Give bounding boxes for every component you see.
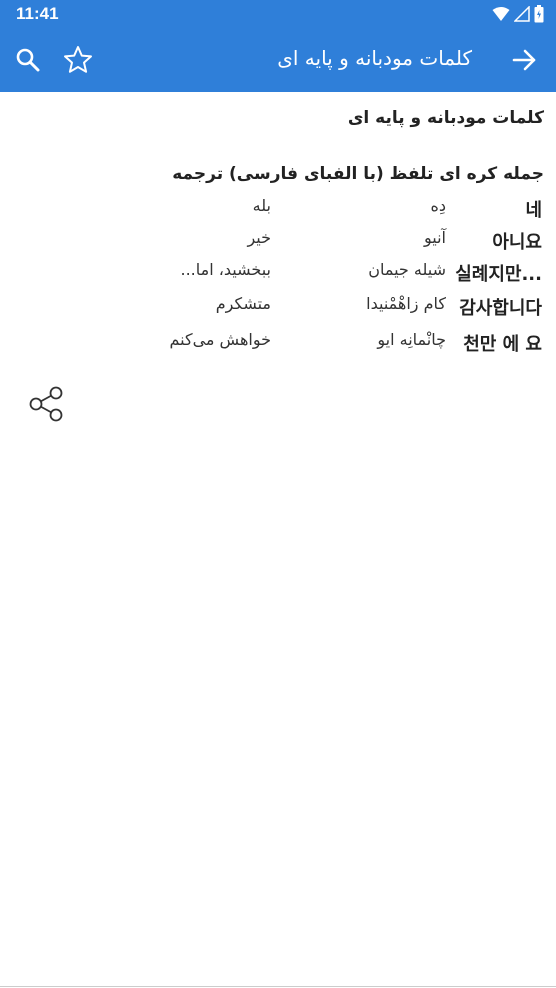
table-row: 실례지만... شیله جیمان ببخشید، اما...: [0, 260, 556, 290]
share-button[interactable]: [26, 384, 66, 424]
table-row: 천만 에 요 چانْمانِه ایو خواهش می‌کنم: [0, 330, 556, 360]
share-icon: [29, 386, 63, 422]
korean-phrase: 감사합니다: [459, 298, 542, 319]
translation: ببخشید، اما...: [180, 260, 271, 279]
status-icons: [492, 5, 544, 23]
app-bar: کلمات مودبانه و پایه ای: [0, 28, 556, 92]
korean-phrase: 아니요: [492, 232, 542, 253]
pronunciation: شیله جیمان: [368, 260, 446, 279]
korean-phrase: 네: [525, 200, 542, 221]
page-heading: کلمات مودبانه و پایه ای: [347, 108, 544, 128]
back-button[interactable]: [510, 46, 538, 74]
translation: متشکرم: [215, 294, 271, 313]
wifi-icon: [492, 7, 510, 21]
search-button[interactable]: [14, 46, 42, 74]
favorite-button[interactable]: [62, 44, 94, 76]
pronunciation: آنیو: [424, 228, 446, 247]
search-icon: [16, 48, 40, 72]
battery-icon: [534, 5, 544, 23]
pronunciation: کام زاهْمْنیدا: [366, 294, 446, 313]
pronunciation: چانْمانِه ایو: [377, 330, 446, 349]
table-header: جمله کره ای تلفظ (با الفبای فارسی) ترجمه: [172, 164, 544, 184]
table-row: 아니요 آنیو خیر: [0, 228, 556, 258]
pronunciation: دِه: [430, 196, 446, 215]
translation: خیر: [247, 228, 271, 247]
status-bar: 11:41: [0, 0, 556, 28]
korean-phrase: 천만 에 요: [463, 334, 542, 355]
table-row: 감사합니다 کام زاهْمْنیدا متشکرم: [0, 294, 556, 324]
app-bar-title: کلمات مودبانه و پایه ای: [277, 46, 472, 70]
signal-icon: [514, 6, 530, 22]
translation: بله: [252, 196, 271, 215]
bottom-divider: [0, 986, 556, 987]
translation: خواهش می‌کنم: [169, 330, 271, 349]
arrow-right-icon: [512, 49, 536, 71]
star-outline-icon: [64, 46, 92, 73]
table-row: 네 دِه بله: [0, 196, 556, 226]
status-time: 11:41: [16, 4, 59, 23]
korean-phrase: 실례지만...: [455, 264, 542, 285]
